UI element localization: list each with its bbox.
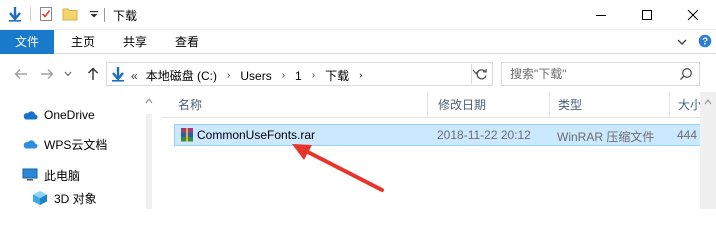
up-arrow-icon (88, 67, 98, 80)
chevron-right-icon[interactable]: › (353, 70, 368, 81)
minimize-icon (596, 15, 606, 16)
chevron-right-icon[interactable]: › (221, 70, 236, 81)
file-list: 名称 修改日期 类型 大小 CommonUseFonts.rar 2018-11… (162, 92, 716, 209)
tab-view[interactable]: 查看 (162, 30, 212, 54)
back-arrow-icon (14, 69, 27, 79)
red-arrow-annotation-icon (292, 144, 384, 192)
title-bar: 下载 (0, 0, 716, 30)
winrar-archive-icon (179, 127, 195, 146)
file-type: WinRAR 压缩文件 (557, 130, 655, 144)
column-headers: 名称 修改日期 类型 大小 (162, 92, 716, 118)
cube-icon (33, 191, 47, 205)
nav-item-label: WPS云文档 (44, 137, 108, 152)
file-row[interactable]: CommonUseFonts.rar 2018-11-22 20:12 WinR… (174, 124, 704, 146)
scroll-up-icon (704, 99, 712, 105)
search-box[interactable] (501, 62, 700, 86)
navigation-pane: OneDrive WPS云文档 此电脑 3D 对象 (0, 92, 160, 209)
computer-icon (22, 168, 38, 181)
help-icon[interactable]: ? (698, 34, 712, 51)
search-icon[interactable] (679, 67, 693, 84)
column-header-modified[interactable]: 修改日期 (430, 92, 550, 118)
nav-item-label: 此电脑 (44, 168, 81, 183)
file-modified-date: 2018-11-22 20:12 (437, 128, 531, 142)
back-button[interactable] (12, 65, 30, 83)
breadcrumb: « 本地磁盘 (C:) › Users › 1 › 下载 › (131, 67, 368, 84)
qat-divider (30, 7, 31, 21)
minimize-button[interactable] (578, 0, 624, 30)
nav-item-onedrive[interactable]: OneDrive (22, 104, 95, 126)
onedrive-cloud-icon (23, 111, 38, 120)
quick-access-toolbar (6, 5, 103, 23)
breadcrumb-item-user[interactable]: 1 (291, 69, 306, 83)
navigation-scrollbar[interactable] (144, 92, 154, 209)
refresh-button[interactable] (471, 64, 491, 84)
scrollbar-track[interactable] (146, 114, 152, 209)
address-bar[interactable]: « 本地磁盘 (C:) › Users › 1 › 下载 › (106, 62, 493, 86)
ribbon-right-controls: ? (676, 34, 712, 51)
expand-ribbon-icon[interactable] (676, 36, 688, 50)
up-button[interactable] (84, 65, 102, 83)
chevron-down-icon (64, 71, 72, 77)
column-header-type[interactable]: 类型 (550, 92, 670, 118)
breadcrumb-item-users[interactable]: Users (236, 69, 275, 83)
title-divider (104, 8, 105, 22)
breadcrumb-item-downloads[interactable]: 下载 (321, 67, 353, 84)
nav-item-this-pc[interactable]: 此电脑 (22, 164, 80, 186)
scroll-up-icon (145, 98, 153, 104)
search-input[interactable] (502, 63, 672, 85)
address-row: « 本地磁盘 (C:) › Users › 1 › 下载 › (0, 54, 716, 92)
maximize-button[interactable] (624, 0, 670, 30)
nav-item-3d-objects[interactable]: 3D 对象 (32, 187, 97, 209)
nav-item-label: OneDrive (44, 108, 95, 122)
nav-item-wps-cloud[interactable]: WPS云文档 (22, 133, 107, 155)
download-location-icon (111, 66, 125, 85)
close-icon (687, 9, 699, 21)
maximize-icon (642, 10, 652, 20)
chevron-right-icon[interactable]: › (276, 70, 291, 81)
forward-arrow-icon (41, 69, 54, 79)
forward-button[interactable] (38, 65, 56, 83)
svg-text:?: ? (702, 37, 708, 48)
column-header-name[interactable]: 名称 (170, 92, 428, 118)
tab-file[interactable]: 文件 (0, 30, 54, 54)
tab-home[interactable]: 主页 (58, 30, 108, 54)
recent-locations-button[interactable] (62, 65, 74, 83)
breadcrumb-item-local-disk[interactable]: 本地磁盘 (C:) (142, 67, 221, 84)
properties-icon[interactable] (37, 5, 55, 23)
nav-item-label: 3D 对象 (54, 191, 97, 206)
refresh-icon (476, 68, 487, 79)
ribbon-tabs: 文件 主页 共享 查看 ? (0, 30, 716, 54)
file-list-scrollbar[interactable] (700, 92, 716, 209)
breadcrumb-overflow[interactable]: « (131, 69, 142, 83)
window-title: 下载 (113, 9, 138, 23)
customize-toolbar-icon[interactable] (85, 5, 103, 23)
close-button[interactable] (670, 0, 716, 30)
tab-share[interactable]: 共享 (110, 30, 160, 54)
wps-cloud-icon (23, 140, 38, 149)
chevron-right-icon[interactable]: › (306, 70, 321, 81)
download-arrow-icon[interactable] (6, 5, 24, 23)
new-folder-icon[interactable] (61, 5, 79, 23)
